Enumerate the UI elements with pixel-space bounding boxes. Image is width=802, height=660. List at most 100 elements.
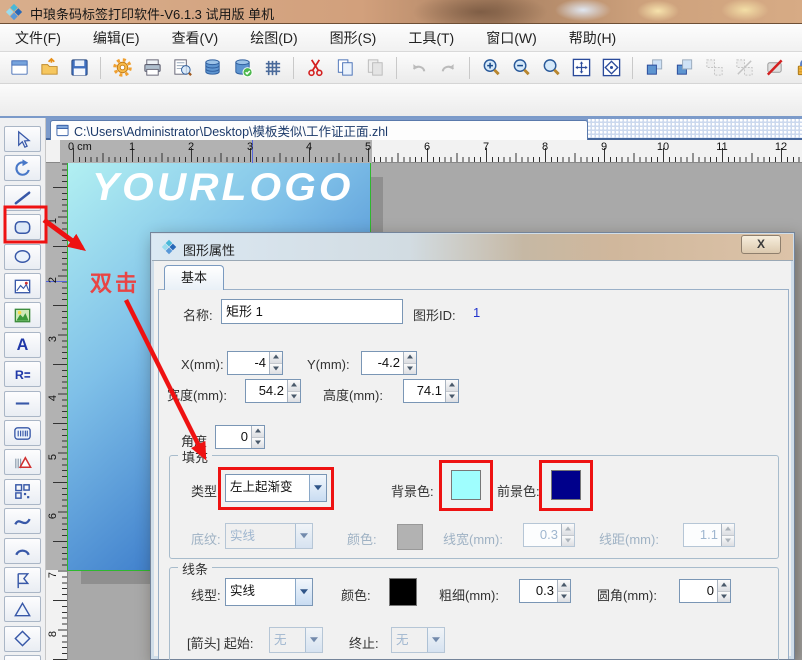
spin-up-icon[interactable] — [404, 352, 416, 364]
corner-radius-label: 圆角(mm): — [597, 585, 657, 604]
rounded-rect-tool[interactable] — [4, 214, 41, 240]
chevron-down-icon[interactable] — [295, 579, 312, 605]
hide-object-button[interactable] — [762, 56, 786, 80]
zoom-out-button[interactable] — [509, 56, 533, 80]
open-file-button[interactable] — [37, 56, 61, 80]
spin-down-icon[interactable] — [718, 592, 730, 603]
menu-item-6[interactable]: 窗口(W) — [477, 25, 546, 51]
barcode-tool[interactable] — [4, 420, 41, 446]
spin-up-icon[interactable] — [446, 380, 458, 392]
document-tabbar: C:\Users\Administrator\Desktop\模板类似\工作证正… — [46, 118, 802, 140]
grid-button[interactable] — [260, 56, 284, 80]
menu-item-7[interactable]: 帮助(H) — [560, 25, 625, 51]
spin-down-icon[interactable] — [270, 364, 282, 375]
document-tab[interactable]: C:\Users\Administrator\Desktop\模板类似\工作证正… — [50, 120, 588, 140]
settings-gear-button[interactable] — [110, 56, 134, 80]
tab-basic[interactable]: 基本 — [164, 265, 224, 290]
rich-text-tool[interactable]: R — [4, 361, 41, 387]
line-color-swatch[interactable] — [389, 578, 417, 606]
window-titlebar[interactable]: 中琅条码标签打印软件-V6.1.3 试用版 单机 — [0, 0, 802, 24]
open-file-icon — [39, 57, 60, 78]
h-ruler-number: 2 — [188, 141, 194, 153]
menu-item-5[interactable]: 工具(T) — [399, 25, 463, 51]
line-group-legend: 线条 — [178, 559, 212, 578]
image-tool[interactable] — [4, 273, 41, 299]
dialog-titlebar[interactable]: 图形属性 — [152, 234, 793, 261]
spin-down-icon[interactable] — [252, 438, 264, 449]
zoom-button[interactable] — [539, 56, 563, 80]
width-spinner[interactable]: 54.2 — [245, 379, 301, 403]
document-icon — [56, 124, 69, 137]
x-spinner[interactable]: -4 — [227, 351, 283, 375]
menu-item-1[interactable]: 编辑(E) — [84, 25, 149, 51]
hline-tool[interactable] — [4, 391, 41, 417]
spin-down-icon[interactable] — [446, 392, 458, 403]
zoom-in-button[interactable] — [479, 56, 503, 80]
pattern-label: 底纹: — [191, 529, 221, 548]
spin-up-icon[interactable] — [252, 426, 264, 438]
chevron-down-icon — [305, 628, 322, 652]
spin-up-icon[interactable] — [270, 352, 282, 364]
select-tool[interactable] — [4, 126, 41, 152]
dialog-close-button[interactable]: X — [741, 235, 781, 254]
y-spinner[interactable]: -4.2 — [361, 351, 417, 375]
dialog-title: 图形属性 — [183, 240, 235, 259]
line-type-dropdown[interactable]: 实线 — [225, 578, 313, 606]
logo-text-object[interactable]: YOURLOGO — [92, 166, 354, 210]
line-tool[interactable] — [4, 185, 41, 211]
pattern-dropdown: 实线 — [225, 523, 313, 549]
print-preview-button[interactable] — [170, 56, 194, 80]
menu-item-0[interactable]: 文件(F) — [6, 25, 70, 51]
spin-down-icon[interactable] — [558, 592, 570, 603]
ungroup-button — [732, 56, 756, 80]
h-ruler-number: 5 — [365, 141, 371, 153]
spin-up-icon[interactable] — [558, 580, 570, 592]
picture-tool[interactable] — [4, 302, 41, 328]
qrcode-tool[interactable] — [4, 479, 41, 505]
spin-down-icon[interactable] — [288, 392, 300, 403]
cut-button[interactable] — [303, 56, 327, 80]
angle-spinner[interactable]: 0 — [215, 425, 265, 449]
name-input[interactable]: 矩形 1 — [221, 299, 403, 324]
menu-item-4[interactable]: 图形(S) — [321, 25, 386, 51]
bring-front-button[interactable] — [642, 56, 666, 80]
print-button[interactable] — [140, 56, 164, 80]
diamond-tool[interactable] — [4, 626, 41, 652]
database-button[interactable] — [200, 56, 224, 80]
menu-item-2[interactable]: 查看(V) — [163, 25, 228, 51]
height-spinner[interactable]: 74.1 — [403, 379, 459, 403]
fit-selection-button[interactable] — [599, 56, 623, 80]
database-check-button[interactable] — [230, 56, 254, 80]
corner-radius-spinner[interactable]: 0 — [679, 579, 731, 603]
toolbar-separator — [396, 57, 397, 79]
rotate-tool[interactable] — [4, 155, 41, 181]
annotation-box-bg-color — [439, 460, 493, 511]
ellipse-tool[interactable] — [4, 244, 41, 270]
undo-icon — [408, 57, 429, 78]
fill-group-legend: 填充 — [178, 447, 212, 466]
text-tool[interactable]: A — [4, 332, 41, 358]
triangle-tool[interactable] — [4, 596, 41, 622]
diamond-tool — [12, 628, 33, 649]
send-back-button[interactable] — [672, 56, 696, 80]
parallelogram-tool[interactable] — [4, 655, 41, 660]
pattern-line-width-label: 线宽(mm): — [443, 529, 503, 548]
new-doc-button[interactable] — [7, 56, 31, 80]
polygon-tool[interactable] — [4, 567, 41, 593]
copy-button[interactable] — [333, 56, 357, 80]
line-thickness-spinner[interactable]: 0.3 — [519, 579, 571, 603]
arc-tool[interactable] — [4, 538, 41, 564]
v-ruler-number: 8 — [47, 627, 59, 641]
menu-bar: 文件(F) 编辑(E) 查看(V) 绘图(D) 图形(S) 工具(T) 窗口(W) 帮助(H) — [0, 24, 802, 52]
barcode-error-tool[interactable] — [4, 449, 41, 475]
spin-up-icon[interactable] — [718, 580, 730, 592]
spin-down-icon[interactable] — [404, 364, 416, 375]
line-tool — [12, 187, 33, 208]
fit-window-button[interactable] — [569, 56, 593, 80]
menu-item-3[interactable]: 绘图(D) — [241, 25, 306, 51]
curve-tool[interactable] — [4, 508, 41, 534]
lock-object-button[interactable] — [792, 56, 802, 80]
barcode-error-tool — [12, 452, 33, 473]
spin-up-icon[interactable] — [288, 380, 300, 392]
save-button[interactable] — [67, 56, 91, 80]
